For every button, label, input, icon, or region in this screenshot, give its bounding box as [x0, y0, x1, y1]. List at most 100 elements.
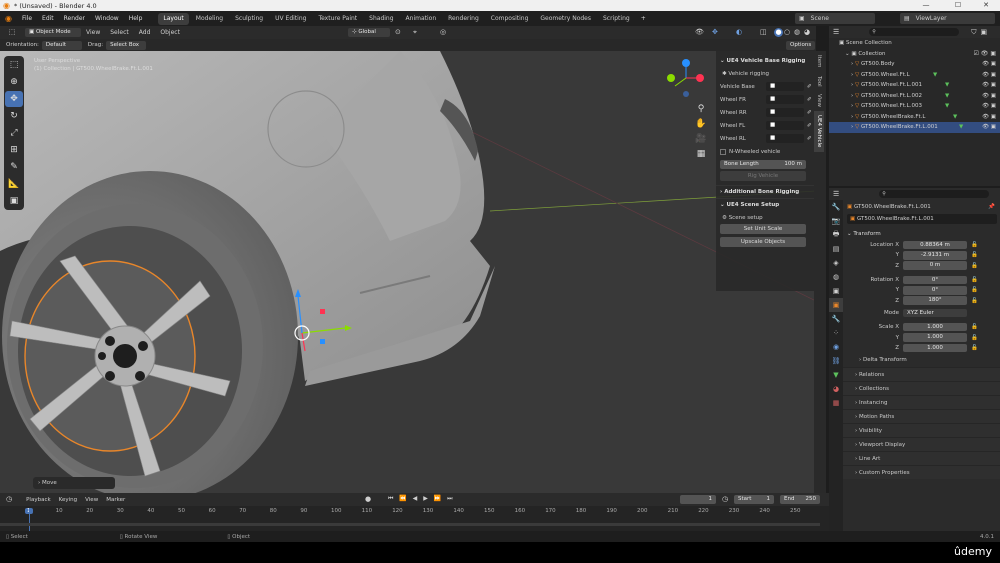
tab-animation[interactable]: Animation: [401, 13, 442, 25]
gizmo-plane-handle[interactable]: [320, 309, 325, 314]
clock-icon[interactable]: ◷: [6, 495, 12, 504]
rotation-z-input[interactable]: 180°: [903, 296, 967, 305]
last-operator-panel[interactable]: › Move: [33, 477, 115, 489]
playhead-line[interactable]: [29, 508, 30, 531]
scene-setup-header[interactable]: ⌄ UE4 Scene Setup: [716, 198, 814, 211]
annotate-tool-icon[interactable]: ✎: [5, 159, 23, 175]
scene-tab-icon[interactable]: ◈: [829, 256, 843, 270]
location-x-input[interactable]: 0.88364 m: [903, 240, 967, 250]
eye-icon[interactable]: 👁 ▣: [982, 114, 996, 120]
delta-transform-header[interactable]: › Delta Transform: [847, 353, 1000, 367]
blender-menu-icon[interactable]: ◉: [0, 11, 17, 26]
section-custom-properties[interactable]: › Custom Properties: [843, 464, 1000, 479]
object-name-field[interactable]: ▣ GT500.WheelBrake.Ft.L.001: [847, 214, 997, 224]
snap-icon[interactable]: ⌖: [413, 28, 417, 37]
editor-type-icon[interactable]: ☰: [833, 190, 839, 199]
tab-texture-paint[interactable]: Texture Paint: [313, 13, 362, 25]
eye-icon[interactable]: 👁 ▣: [982, 61, 996, 67]
menu-marker[interactable]: Marker: [106, 497, 125, 503]
visibility-icon[interactable]: 👁: [695, 28, 704, 37]
proportional-edit-icon[interactable]: ◎: [440, 28, 446, 37]
shading-wire-icon[interactable]: ○: [784, 28, 790, 37]
pan-hand-icon[interactable]: ✋: [695, 117, 707, 131]
end-frame-input[interactable]: End 250: [780, 495, 820, 504]
cursor-icon[interactable]: ⊕: [5, 74, 23, 90]
render-tab-icon[interactable]: 📷: [829, 214, 843, 228]
transform-header[interactable]: ⌄ Transform: [847, 228, 1000, 240]
transform-orientation-dropdown[interactable]: ⊹ Global: [348, 28, 390, 37]
gizmo-plane-handle-2[interactable]: [320, 339, 325, 344]
section-instancing[interactable]: › Instancing: [843, 394, 1000, 409]
tab-rendering[interactable]: Rendering: [443, 13, 484, 25]
outliner-item[interactable]: › ▽ GT500.Wheel.Ft.L.001 ▼ 👁 ▣: [829, 80, 1000, 91]
menu-render[interactable]: Render: [59, 11, 90, 26]
nav-z-ball[interactable]: [682, 59, 690, 67]
clock-icon[interactable]: ◷: [722, 495, 728, 504]
eyedropper-icon[interactable]: ✐: [807, 136, 812, 142]
pivot-icon[interactable]: ⊙: [395, 28, 401, 37]
editor-type-icon[interactable]: ⬚: [3, 28, 21, 37]
eye-icon[interactable]: 👁 ▣: [982, 93, 996, 99]
xray-icon[interactable]: ◫: [760, 28, 767, 37]
transform-tool-icon[interactable]: ⊞: [5, 142, 23, 158]
constraints-tab-icon[interactable]: ⛓: [829, 354, 843, 368]
menu-file[interactable]: File: [17, 11, 37, 26]
viewlayer-selector[interactable]: ▤ ViewLayer: [900, 13, 995, 24]
select-box-icon[interactable]: ⬚: [5, 57, 23, 73]
section-line-art[interactable]: › Line Art: [843, 450, 1000, 465]
tab-ue4-vehicle[interactable]: UE4 Vehicle: [814, 111, 824, 152]
lock-icon[interactable]: 🔓: [971, 345, 978, 351]
pin-icon[interactable]: 📌: [988, 204, 995, 210]
record-icon[interactable]: ●: [365, 495, 371, 504]
eye-icon[interactable]: 👁 ▣: [982, 82, 996, 88]
eye-icon[interactable]: 👁 ▣: [982, 72, 996, 78]
set-unit-scale-button[interactable]: Set Unit Scale: [720, 224, 806, 234]
playback-controls[interactable]: ⏮ ⏪ ◀ ▶ ⏩ ⏭: [388, 495, 455, 503]
eyedropper-icon[interactable]: ✐: [807, 110, 812, 116]
lock-icon[interactable]: 🔓: [971, 335, 978, 341]
outliner-item[interactable]: › ▽ GT500.Body 👁 ▣: [829, 59, 1000, 70]
scale-x-input[interactable]: 1.000: [903, 322, 967, 332]
menu-select[interactable]: Select: [105, 29, 134, 36]
section-relations[interactable]: › Relations: [843, 366, 1000, 381]
tab-shading[interactable]: Shading: [364, 13, 398, 25]
wheel-rl-input[interactable]: ■: [766, 134, 804, 143]
visibility-icons[interactable]: ☑ 👁 ▣: [974, 50, 996, 57]
particles-tab-icon[interactable]: ⁘: [829, 326, 843, 340]
filter-icon[interactable]: ⛉: [971, 28, 976, 37]
section-visibility[interactable]: › Visibility: [843, 422, 1000, 437]
n-wheeled-checkbox[interactable]: N-Wheeled vehicle: [716, 145, 814, 158]
physics-tab-icon[interactable]: ◉: [829, 340, 843, 354]
drag-dropdown[interactable]: Select Box: [106, 40, 147, 50]
eyedropper-icon[interactable]: ✐: [807, 97, 812, 103]
tab-uv-editing[interactable]: UV Editing: [270, 13, 311, 25]
3d-viewport[interactable]: User Perspective (1) Collection | GT500.…: [0, 51, 816, 493]
outliner-collection[interactable]: ⌄ ▣ Collection ☑ 👁 ▣: [829, 49, 1000, 60]
properties-search-input[interactable]: ⚲: [879, 190, 990, 198]
timeline-scrollbar[interactable]: [0, 523, 820, 526]
mode-dropdown[interactable]: ▣ Object Mode: [25, 28, 81, 37]
eyedropper-icon[interactable]: ✐: [807, 123, 812, 129]
rotation-x-input[interactable]: 0°: [903, 275, 967, 285]
wheel-rr-input[interactable]: ■: [766, 108, 804, 117]
lock-icon[interactable]: 🔓: [971, 298, 978, 304]
orientation-dropdown[interactable]: Default: [41, 40, 82, 50]
minimize-button[interactable]: —: [912, 0, 940, 11]
rigging-panel-header[interactable]: ⌄ UE4 Vehicle Base Rigging: [716, 54, 814, 67]
texture-tab-icon[interactable]: ▦: [829, 396, 843, 410]
close-button[interactable]: ✕: [972, 0, 1000, 11]
current-frame-input[interactable]: 1: [680, 495, 716, 504]
output-tab-icon[interactable]: 🖶: [829, 228, 843, 242]
nav-neg-z-ball[interactable]: [683, 91, 689, 97]
frame-ruler[interactable]: 1102030405060708090100110120130140150160…: [0, 506, 829, 518]
lock-icon[interactable]: 🔓: [971, 263, 978, 269]
nav-y-ball[interactable]: [667, 74, 675, 82]
menu-add[interactable]: Add: [134, 29, 156, 36]
section-viewport-display[interactable]: › Viewport Display: [843, 436, 1000, 451]
tab-compositing[interactable]: Compositing: [486, 13, 534, 25]
options-dropdown[interactable]: Options: [786, 41, 816, 50]
bone-length-field[interactable]: Bone Length 100 m: [720, 160, 806, 169]
checkbox-icon[interactable]: [720, 148, 726, 155]
lock-icon[interactable]: 🔓: [971, 252, 978, 258]
outliner-item[interactable]: › ▽ GT500.Wheel.Ft.L.003 ▼ 👁 ▣: [829, 101, 1000, 112]
